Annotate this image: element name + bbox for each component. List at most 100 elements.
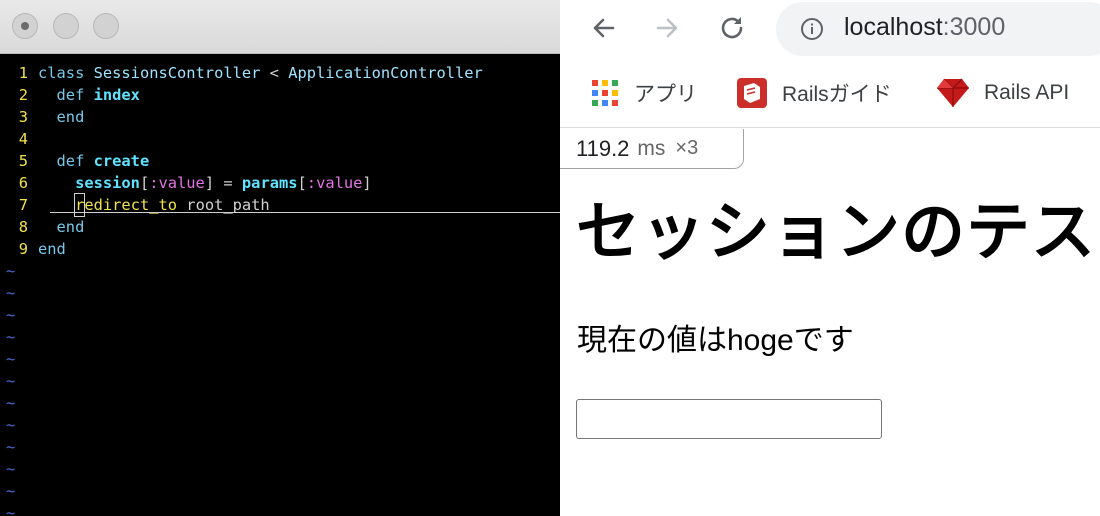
code-line[interactable]: 6 session[:value] = params[:value] — [0, 172, 560, 194]
code-token: def — [38, 86, 94, 104]
url-port: :3000 — [942, 13, 1006, 41]
profiler-time: 119.2 — [576, 135, 630, 161]
back-button[interactable] — [588, 12, 620, 44]
line-number: 4 — [18, 130, 28, 148]
code-token: ] — [362, 174, 372, 192]
bookmark-label: Rails API — [984, 81, 1070, 104]
ruby-icon — [937, 78, 969, 107]
code-token: end — [38, 240, 66, 258]
tilde-marker: ~ — [6, 306, 16, 324]
bookmark-apps[interactable]: アプリ — [590, 76, 697, 110]
empty-buffer-line: ~ — [0, 326, 560, 348]
code-token: ApplicationController — [288, 64, 483, 82]
line-number: 1 — [18, 64, 28, 82]
apps-grid-icon — [592, 80, 618, 106]
code-line[interactable]: 1 class SessionsController < ApplicationC… — [0, 62, 560, 84]
tilde-marker: ~ — [6, 372, 16, 390]
terminal-titlebar — [0, 0, 560, 54]
profiler-multiplier: ×3 — [675, 137, 699, 159]
code-line[interactable]: 5 def create — [0, 150, 560, 172]
empty-buffer-line: ~ — [0, 436, 560, 458]
tilde-marker: ~ — [6, 416, 16, 434]
code-line[interactable]: 4 — [0, 128, 560, 150]
minimize-window-button[interactable] — [53, 13, 79, 39]
line-number: 8 — [18, 218, 28, 236]
empty-buffer-line: ~ — [0, 282, 560, 304]
tilde-marker: ~ — [6, 460, 16, 478]
rails-guide-icon — [737, 78, 767, 108]
empty-buffer-line: ~ — [0, 502, 560, 516]
bookmark-label: Railsガイド — [782, 83, 892, 106]
code-token: edirect_to — [84, 196, 178, 214]
bookmark-label: アプリ — [634, 83, 697, 106]
terminal-window: 1 class SessionsController < ApplicationC… — [0, 0, 560, 516]
page-content: 119.2 ms ×3 セッションのテスト 現在の値はhogeです — [560, 129, 1100, 516]
empty-buffer-line: ~ — [0, 480, 560, 502]
forward-arrow-icon — [656, 18, 678, 38]
tilde-marker: ~ — [6, 438, 16, 456]
address-bar[interactable]: localhost:3000 — [776, 2, 1100, 56]
line-number: 6 — [18, 174, 28, 192]
page-title: セッションのテスト — [576, 196, 1100, 268]
forward-button[interactable] — [651, 12, 683, 44]
line-number: 2 — [18, 86, 28, 104]
code-line[interactable]: 9 end — [0, 238, 560, 260]
code-token: session — [38, 174, 140, 192]
profiler-unit: ms — [637, 136, 666, 160]
bookmark-rails-guide[interactable]: Railsガイド — [736, 76, 892, 110]
current-value-text: 現在の値はhogeです — [577, 324, 854, 357]
rack-mini-profiler-badge[interactable]: 119.2 ms ×3 — [560, 129, 744, 169]
code-line[interactable]: 8 end — [0, 216, 560, 238]
browser-window: localhost:3000 アプリ Railsガイド Rails API 11… — [560, 0, 1100, 516]
empty-buffer-line: ~ — [0, 392, 560, 414]
code-token: create — [93, 152, 150, 170]
empty-buffer-line: ~ — [0, 260, 560, 282]
code-token: index — [93, 86, 140, 104]
browser-toolbar: localhost:3000 — [560, 0, 1100, 56]
line-number: 7 — [18, 196, 28, 214]
tilde-marker: ~ — [6, 262, 16, 280]
url-host: localhost — [844, 13, 943, 41]
code-line[interactable]: 3 end — [0, 106, 560, 128]
bookmarks-bar: アプリ Railsガイド Rails API — [560, 56, 1100, 128]
tilde-marker: ~ — [6, 482, 16, 500]
line-number: 9 — [18, 240, 28, 258]
code-line[interactable]: 7 redirect_to root_path — [0, 193, 560, 217]
reload-button[interactable] — [716, 12, 748, 44]
empty-buffer-line: ~ — [0, 414, 560, 436]
close-window-button[interactable] — [12, 13, 38, 39]
bookmark-rails-api[interactable]: Rails API — [936, 76, 1069, 110]
tilde-marker: ~ — [6, 504, 16, 516]
code-token: params — [241, 174, 298, 192]
line-number: 5 — [18, 152, 28, 170]
tilde-marker: ~ — [6, 284, 16, 302]
code-line[interactable]: 2 def index — [0, 84, 560, 106]
empty-buffer-line: ~ — [0, 304, 560, 326]
code-token: SessionsController — [93, 64, 261, 82]
code-token: :value — [306, 174, 363, 192]
code-token: r — [74, 193, 86, 217]
back-arrow-icon — [593, 18, 615, 38]
code-token: [ — [297, 174, 307, 192]
code-token: end — [38, 108, 85, 126]
code-token: end — [38, 218, 85, 236]
vim-editor[interactable]: 1 class SessionsController < ApplicationC… — [0, 62, 560, 516]
site-info-icon[interactable] — [800, 17, 824, 41]
code-token: def — [38, 152, 94, 170]
tilde-marker: ~ — [6, 328, 16, 346]
maximize-window-button[interactable] — [93, 13, 119, 39]
tilde-marker: ~ — [6, 350, 16, 368]
empty-buffer-line: ~ — [0, 458, 560, 480]
code-token: :value — [149, 174, 205, 192]
empty-buffer-line: ~ — [0, 348, 560, 370]
code-token: root_path — [177, 196, 270, 214]
code-token: class — [38, 64, 94, 82]
code-token: < — [260, 64, 289, 82]
code-token: ] = — [204, 174, 242, 192]
value-input[interactable] — [576, 399, 882, 439]
line-number: 3 — [18, 108, 28, 126]
reload-icon — [721, 17, 743, 39]
url-text: localhost:3000 — [844, 13, 1005, 42]
code-token: [ — [139, 174, 150, 192]
